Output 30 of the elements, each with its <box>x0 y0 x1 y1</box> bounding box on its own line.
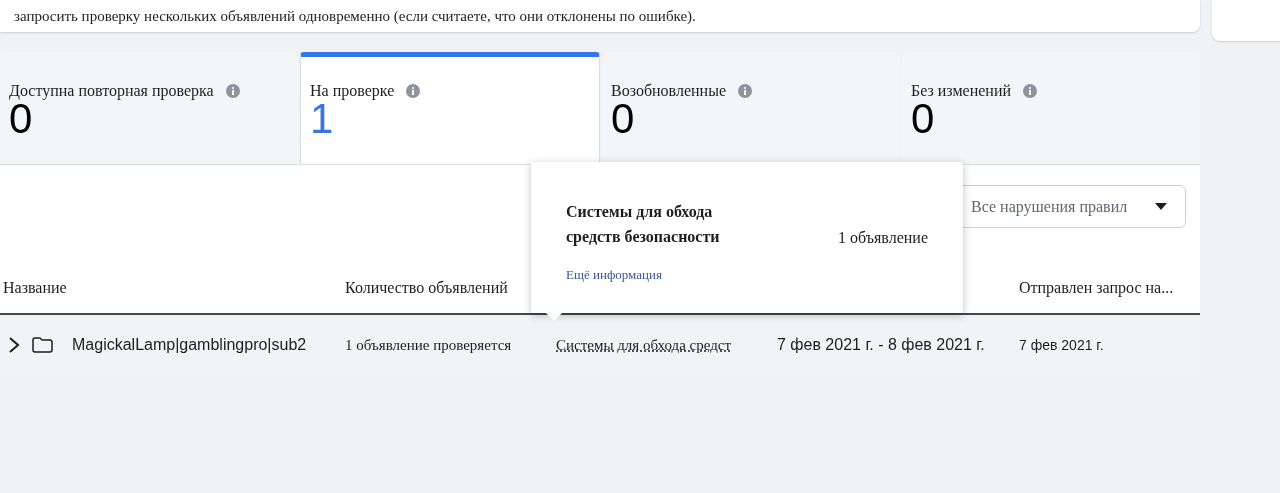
popover-count: 1 объявление <box>837 229 928 248</box>
status-tab[interactable]: Доступна повторная проверка 0 <box>0 52 298 165</box>
caret-icon <box>1155 203 1167 210</box>
tab-label: Доступна повторная проверка <box>9 82 214 100</box>
status-tab[interactable]: Возобновленные 0 <box>602 52 900 165</box>
tab-count: 0 <box>611 100 635 138</box>
more-info-link[interactable]: Ещё информация <box>566 267 662 283</box>
column-header[interactable]: Количество объявлений <box>345 279 508 297</box>
tab-label: Возобновленные <box>611 82 726 100</box>
ad-count-text: 1 объявление проверяется <box>345 336 512 354</box>
chevron-icon[interactable] <box>8 336 20 354</box>
tab-label: На проверке <box>310 82 395 100</box>
notice-text: запросить проверку нескольких объявлений одновременно (если считаете, что они отклонены по ошибке). <box>14 7 696 25</box>
tab-count: 1 <box>310 100 334 138</box>
tab-count: 0 <box>911 100 935 138</box>
folder-icon <box>32 337 53 353</box>
tab-label: Без изменений <box>911 82 1012 100</box>
date-range-text: 7 фев 2021 г. - 8 фев 2021 г. <box>777 336 985 354</box>
column-header[interactable]: Отправлен запрос на... <box>1019 279 1174 297</box>
popover-title: Системы для обхода средств безопасности <box>566 202 721 248</box>
side-card <box>1212 0 1280 41</box>
tab-count: 0 <box>9 100 33 138</box>
column-header[interactable]: Название <box>3 279 67 297</box>
status-tab[interactable]: На проверке 1 <box>300 52 600 165</box>
info-icon[interactable] <box>1023 84 1038 98</box>
info-icon[interactable] <box>225 84 240 98</box>
request-date-text: 7 фев 2021 г. <box>1019 337 1104 353</box>
status-tab[interactable]: Без изменений 0 <box>902 52 1200 165</box>
info-icon[interactable] <box>406 84 421 98</box>
info-icon[interactable] <box>738 84 752 98</box>
